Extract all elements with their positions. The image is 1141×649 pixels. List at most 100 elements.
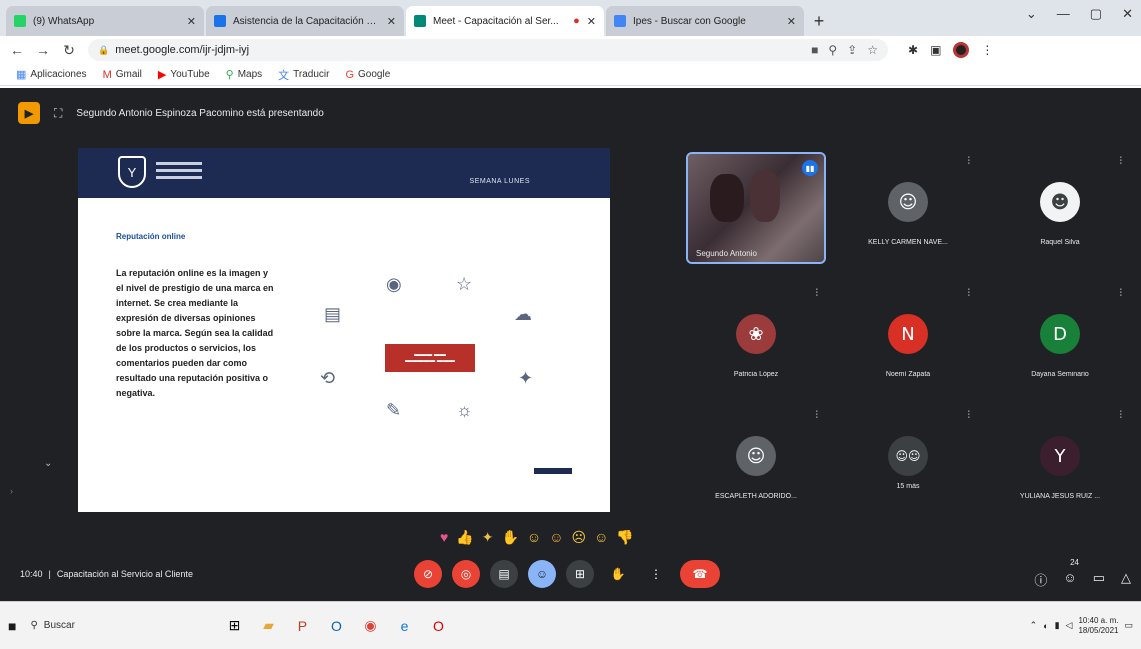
close-icon[interactable]: ✕ xyxy=(187,15,196,28)
slide-next-bar xyxy=(534,468,572,474)
bookmark-apps[interactable]: ▦ Aplicaciones xyxy=(16,68,87,81)
participant-tile[interactable]: ⫶ N Noemí Zapata xyxy=(838,284,978,396)
meet-icon xyxy=(414,15,426,27)
forward-icon[interactable]: → xyxy=(36,42,50,58)
thinking-icon[interactable]: ☺ xyxy=(594,529,608,546)
people-icon[interactable]: ☺ xyxy=(1063,570,1076,589)
camera-off-button[interactable]: ◎ xyxy=(452,560,480,588)
reactions-bar: ♥ 👍 ✦ ✋ ☺ ☺ ☹ ☺ 👎 xyxy=(440,529,634,546)
mic-off-icon: ⫶ xyxy=(967,156,971,167)
participant-tile[interactable]: ⫶ ☻ Raquel Silva xyxy=(990,152,1130,264)
participant-tile[interactable]: ⫶ ☺ KELLY CARMEN NAVE... xyxy=(838,152,978,264)
close-window-icon[interactable]: ✕ xyxy=(1122,6,1133,22)
tab-meet[interactable]: Meet - Capacitación al Ser... ● ✕ xyxy=(406,6,604,36)
tab-google-search[interactable]: Ipes - Buscar con Google ✕ xyxy=(606,6,804,36)
tab-asistencia[interactable]: Asistencia de la Capacitación y C... ✕ xyxy=(206,6,404,36)
chat-icon: ☁ xyxy=(514,304,532,324)
participant-tile[interactable]: ⫶ ☺☺ 15 más xyxy=(838,406,978,518)
speaking-icon: ▮▮ xyxy=(802,160,818,176)
close-icon[interactable]: ✕ xyxy=(787,15,796,28)
windows-start-icon[interactable]: ■ xyxy=(8,618,16,634)
thumbs-up-icon[interactable]: 👍 xyxy=(456,529,473,546)
bookmark-gmail[interactable]: M Gmail xyxy=(103,69,142,81)
reading-list-icon[interactable]: ▣ xyxy=(930,43,941,57)
meeting-info: 10:40 | Capacitación al Servicio al Clie… xyxy=(20,569,193,579)
bookmark-label: Google xyxy=(358,69,391,80)
reload-icon[interactable]: ↻ xyxy=(62,42,76,59)
chevron-left-icon[interactable]: ⌄ xyxy=(44,458,52,469)
thumbs-down-icon[interactable]: 👎 xyxy=(616,529,633,546)
close-icon[interactable]: ✕ xyxy=(387,15,396,28)
meet-logo-icon: ▶ xyxy=(18,102,40,124)
mic-off-icon: ⫶ xyxy=(815,288,819,299)
info-icon[interactable]: ⓘ xyxy=(1034,570,1047,589)
chevron-icon[interactable]: › xyxy=(10,486,13,496)
close-icon[interactable]: ✕ xyxy=(587,15,596,28)
participant-tile[interactable]: ▮▮ Segundo Antonio xyxy=(686,152,826,264)
task-view-icon[interactable]: ⊞ xyxy=(224,617,244,634)
network-icon[interactable]: ◐ xyxy=(1043,621,1048,631)
bookmark-google[interactable]: G Google xyxy=(345,69,390,81)
surprised-icon[interactable]: ☺ xyxy=(549,529,563,546)
google-icon xyxy=(614,15,626,27)
chrome-icon[interactable]: ◉ xyxy=(360,617,380,634)
battery-icon[interactable]: ▮ xyxy=(1055,620,1060,631)
opera-icon[interactable]: O xyxy=(428,618,448,634)
avatar[interactable] xyxy=(953,42,970,58)
leave-call-button[interactable]: ☎ xyxy=(680,560,720,588)
bookmark-translate[interactable]: 文 Traducir xyxy=(278,67,329,83)
presenting-banner: ▶ ⛶ Segundo Antonio Espinoza Pacomino es… xyxy=(18,102,324,124)
slide-header: Y SEMANA LUNES xyxy=(78,148,610,198)
chevron-up-icon[interactable]: ⌃ xyxy=(1030,620,1038,631)
taskbar-clock[interactable]: 10:40 a. m. 18/05/2021 xyxy=(1078,616,1118,636)
file-explorer-icon[interactable]: ▰ xyxy=(258,617,278,634)
taskbar-search[interactable]: ⚲ Buscar xyxy=(30,620,210,631)
mic-off-icon: ⫶ xyxy=(967,410,971,421)
laugh-icon[interactable]: ☺ xyxy=(527,529,541,546)
camera-icon[interactable]: ■ xyxy=(811,43,818,57)
sad-icon[interactable]: ☹ xyxy=(572,529,587,546)
outlook-icon[interactable]: O xyxy=(326,618,346,634)
mic-off-icon: ⫶ xyxy=(1119,288,1123,299)
share-icon[interactable]: ⇪ xyxy=(847,43,857,57)
participant-name: Noemí Zapata xyxy=(885,371,931,378)
maximize-icon[interactable]: ▢ xyxy=(1090,6,1102,22)
bulb-icon: ☼ xyxy=(456,400,473,420)
bookmark-youtube[interactable]: ▶ YouTube xyxy=(158,68,210,81)
back-icon[interactable]: ← xyxy=(10,42,24,58)
participant-tile[interactable]: ⫶ ☺ ESCAPLETH ADORIDO... xyxy=(686,406,826,518)
activities-icon[interactable]: △ xyxy=(1121,570,1131,589)
bookmark-maps[interactable]: ⚲ Maps xyxy=(226,68,263,81)
reactions-button[interactable]: ☺ xyxy=(528,560,556,588)
edge-icon[interactable]: e xyxy=(394,618,414,634)
menu-icon[interactable]: ⋮ xyxy=(981,43,993,57)
extension-icon[interactable]: ✱ xyxy=(908,43,918,57)
present-button[interactable]: ⊞ xyxy=(566,560,594,588)
volume-icon[interactable]: ◁ xyxy=(1066,620,1073,631)
heart-icon[interactable]: ♥ xyxy=(440,529,448,546)
tab-whatsapp[interactable]: (9) WhatsApp ✕ xyxy=(6,6,204,36)
tab-search-icon[interactable]: ⌄ xyxy=(1026,6,1037,22)
university-logo-icon: Y xyxy=(118,156,146,188)
clap-icon[interactable]: ✋ xyxy=(501,529,518,546)
zoom-icon[interactable]: ⚲ xyxy=(828,43,837,57)
participant-count: 24 xyxy=(1070,558,1079,567)
star-icon[interactable]: ☆ xyxy=(867,43,878,57)
meeting-time: 10:40 xyxy=(20,569,43,579)
participant-tile[interactable]: ⫶ Y YULIANA JESUS RUIZ ... xyxy=(990,406,1130,518)
notification-icon[interactable]: ▭ xyxy=(1124,620,1133,631)
bookmark-label: Gmail xyxy=(115,69,142,80)
new-tab-button[interactable]: + xyxy=(806,8,832,34)
mic-off-button[interactable]: ⊘ xyxy=(414,560,442,588)
more-options-button[interactable]: ⋮ xyxy=(642,560,670,588)
tab-title: Ipes - Buscar con Google xyxy=(633,15,746,27)
raise-hand-button[interactable]: ✋ xyxy=(604,560,632,588)
captions-button[interactable]: ▤ xyxy=(490,560,518,588)
chat-icon[interactable]: ▭ xyxy=(1093,570,1105,589)
participant-tile[interactable]: ⫶ ❀ Patricia López xyxy=(686,284,826,396)
url-input[interactable]: 🔒 meet.google.com/ijr-jdjm-iyj ■ ⚲ ⇪ ☆ xyxy=(88,39,888,61)
powerpoint-icon[interactable]: P xyxy=(292,618,312,634)
party-icon[interactable]: ✦ xyxy=(482,529,494,546)
participant-tile[interactable]: ⫶ D Dayana Seminario xyxy=(990,284,1130,396)
minimize-icon[interactable]: — xyxy=(1057,6,1070,22)
